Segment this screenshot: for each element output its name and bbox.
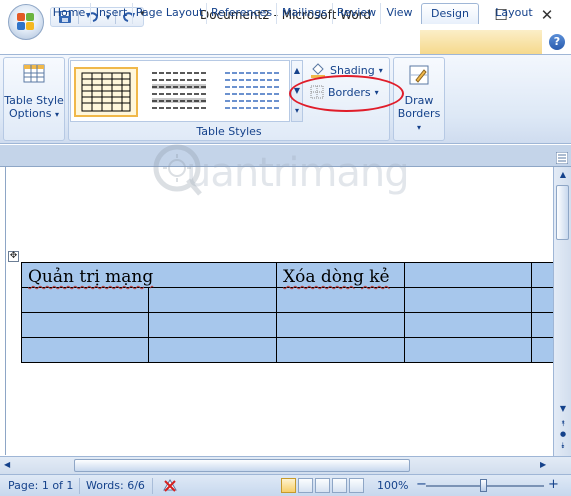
scroll-up-icon[interactable]: ▲ xyxy=(557,170,569,182)
draw-borders-line2: Borders xyxy=(397,107,441,120)
table-cell[interactable] xyxy=(404,337,532,363)
table-cell[interactable] xyxy=(276,337,405,363)
table-styles-label: Table Styles xyxy=(196,125,262,138)
gallery-up-icon[interactable]: ▲ xyxy=(292,61,302,81)
help-icon[interactable]: ? xyxy=(549,34,565,50)
draw-borders-button[interactable]: Draw Borders ▾ xyxy=(394,64,444,134)
horizontal-scrollbar[interactable]: ◀ ▶ xyxy=(0,456,571,474)
pencil-icon xyxy=(409,65,429,85)
table-cell[interactable] xyxy=(21,337,149,363)
tab-mailings[interactable]: Mailings xyxy=(276,3,332,24)
table-cell[interactable] xyxy=(531,262,555,288)
status-words[interactable]: Words: 6/6 xyxy=(86,479,145,492)
vertical-scroll-thumb[interactable] xyxy=(556,185,569,240)
table-style-grid[interactable] xyxy=(74,67,138,117)
tab-layout[interactable]: Layout xyxy=(486,3,542,24)
chevron-down-icon: ▾ xyxy=(416,123,421,132)
scroll-left-icon[interactable]: ◀ xyxy=(4,460,10,469)
proofing-error-icon[interactable] xyxy=(162,478,178,493)
group-table-style-options: Table Style Options ▾ xyxy=(3,57,65,141)
ribbon: Table Style Options ▾ Table Styles ▲ ▼ ▾… xyxy=(0,54,571,144)
next-page-icon[interactable]: ⯯ xyxy=(557,441,569,453)
table-cell[interactable] xyxy=(148,312,277,338)
watermark-text: uantrimang xyxy=(186,150,410,196)
tab-home[interactable]: Home xyxy=(48,3,90,24)
table-style-grid-preview xyxy=(81,72,131,112)
document-table[interactable]: Quản trị mạng Xóa dòng kẻ xyxy=(21,262,555,363)
table-styles-gallery xyxy=(70,60,290,122)
table-cell[interactable] xyxy=(404,262,532,288)
status-page[interactable]: Page: 1 of 1 xyxy=(8,479,73,492)
tab-view[interactable]: View xyxy=(380,3,418,24)
view-ruler-icon[interactable] xyxy=(556,152,568,164)
zoom-slider-thumb[interactable] xyxy=(480,479,487,492)
table-cell[interactable] xyxy=(21,287,149,313)
table-style-light-shading-preview xyxy=(152,72,206,109)
table-style-options-line1: Table Style xyxy=(4,94,64,107)
table-cell[interactable] xyxy=(404,287,532,313)
table-cell[interactable]: Xóa dòng kẻ xyxy=(276,262,405,288)
table-style-light-shading-accent[interactable] xyxy=(221,67,285,117)
tab-review[interactable]: Review xyxy=(332,3,380,24)
table-tools-band xyxy=(420,30,542,54)
print-layout-view-icon[interactable] xyxy=(281,478,296,493)
tab-design[interactable]: Design xyxy=(421,3,479,24)
table-row xyxy=(21,337,555,363)
status-separator xyxy=(152,478,153,494)
table-cell[interactable] xyxy=(404,312,532,338)
table-cell[interactable]: Quản trị mạng xyxy=(21,262,277,288)
table-row xyxy=(21,287,555,313)
table-cell[interactable] xyxy=(531,287,555,313)
zoom-level[interactable]: 100% xyxy=(377,479,408,492)
office-logo-icon xyxy=(17,13,35,31)
table-style-options-button[interactable]: Table Style Options ▾ xyxy=(4,64,64,121)
table-row xyxy=(21,312,555,338)
table-cell[interactable] xyxy=(276,287,405,313)
web-layout-view-icon[interactable] xyxy=(315,478,330,493)
chevron-down-icon: ▾ xyxy=(378,65,383,75)
full-screen-reading-view-icon[interactable] xyxy=(298,478,313,493)
table-cell[interactable] xyxy=(21,312,149,338)
table-style-options-line2: Options xyxy=(9,107,52,120)
cell-text: Quản trị mạng xyxy=(28,267,154,287)
table-style-light-shading-accent-preview xyxy=(225,72,279,109)
scroll-down-icon[interactable]: ▼ xyxy=(557,404,569,416)
table-cell[interactable] xyxy=(148,287,277,313)
outline-view-icon[interactable] xyxy=(332,478,347,493)
chevron-down-icon: ▾ xyxy=(54,110,59,119)
table-cell[interactable] xyxy=(148,337,277,363)
zoom-in-icon[interactable]: + xyxy=(548,477,559,492)
draft-view-icon[interactable] xyxy=(349,478,364,493)
status-separator xyxy=(79,478,80,494)
vertical-scrollbar[interactable]: ▲ ▼ ⯭ ● ⯯ xyxy=(553,167,571,457)
scroll-right-icon[interactable]: ▶ xyxy=(540,460,546,469)
tab-references[interactable]: References xyxy=(206,3,276,24)
table-cell[interactable] xyxy=(531,337,555,363)
cell-text: Xóa dòng kẻ xyxy=(283,267,390,287)
table-cell[interactable] xyxy=(276,312,405,338)
borders-highlight xyxy=(289,75,404,112)
office-button[interactable] xyxy=(8,4,44,40)
status-bar: Page: 1 of 1 Words: 6/6 100% − + xyxy=(0,474,571,496)
tab-insert[interactable]: Insert xyxy=(90,3,132,24)
table-move-handle-icon[interactable]: ✥ xyxy=(8,251,19,262)
horizontal-scroll-thumb[interactable] xyxy=(74,459,410,472)
table-grid-icon xyxy=(23,64,45,83)
table-cell[interactable] xyxy=(531,312,555,338)
table-row: Quản trị mạng Xóa dòng kẻ xyxy=(21,262,555,288)
tab-page-layout[interactable]: Page Layout xyxy=(132,3,206,24)
table-style-light-shading[interactable] xyxy=(148,67,212,117)
